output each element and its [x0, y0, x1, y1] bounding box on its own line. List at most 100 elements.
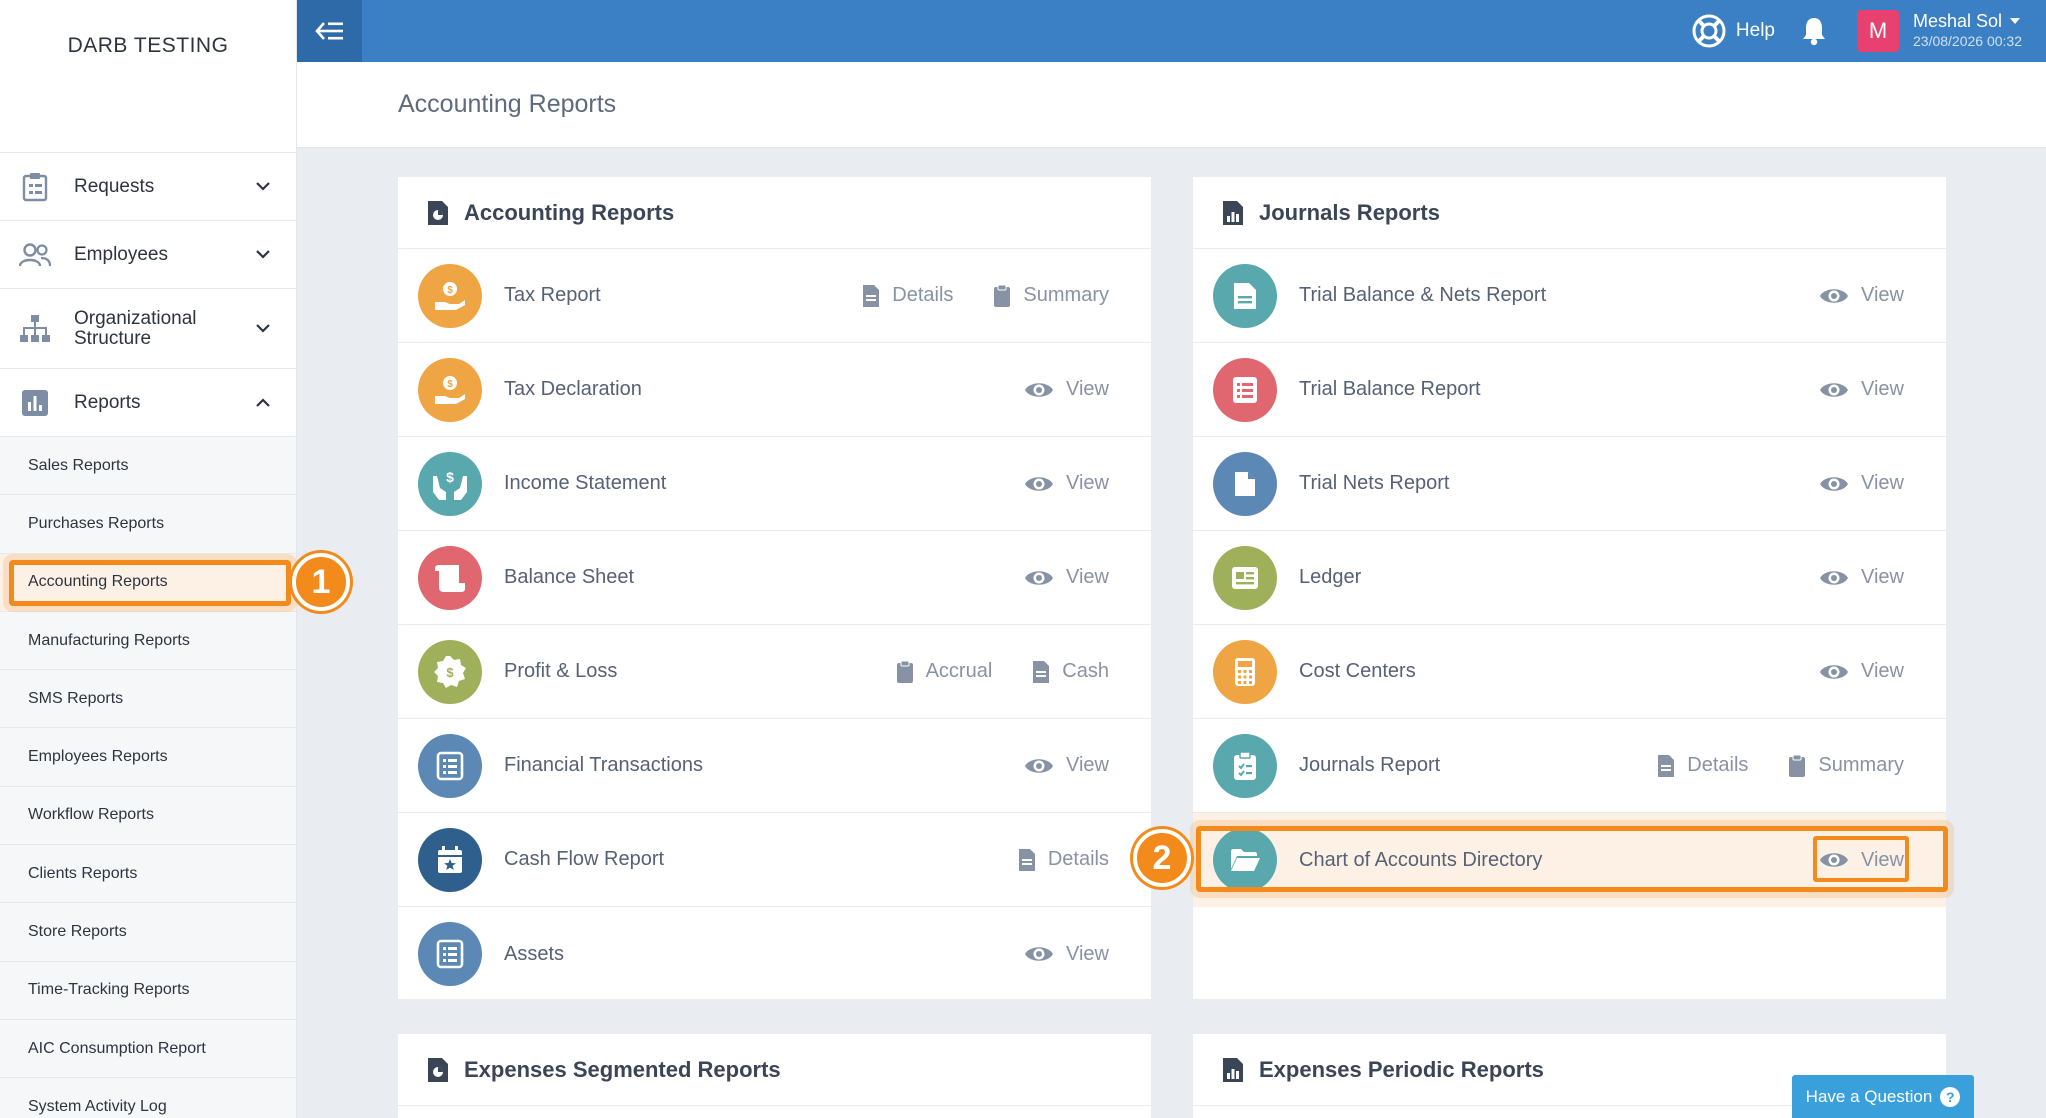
journals-reports-card: Journals Reports Trial Balance & Nets Re… — [1193, 177, 1946, 999]
have-a-question-button[interactable]: Have a Question ? — [1792, 1075, 1974, 1118]
report-row-financial-transactions: Financial Transactions View — [398, 719, 1151, 813]
sidebar-item-employees[interactable]: Employees — [0, 221, 296, 289]
card-title: Expenses Periodic Reports — [1259, 1056, 1544, 1082]
sidebar-toggle-button[interactable] — [297, 0, 362, 62]
sidebar-subitem-purchases-reports[interactable]: Purchases Reports — [0, 495, 296, 554]
report-label: Trial Nets Report — [1299, 472, 1450, 494]
sidebar-subitem-manufacturing-reports[interactable]: Manufacturing Reports — [0, 612, 296, 671]
action-label: View — [1861, 660, 1904, 682]
report-row-journals-report: Journals Report Details Summary — [1193, 719, 1946, 813]
view-button[interactable]: View — [1819, 660, 1904, 683]
eye-icon — [1025, 570, 1053, 585]
arrow-left-menu-icon — [314, 21, 345, 41]
clipboard-check-icon — [1213, 733, 1277, 798]
sidebar-item-label: Reports — [74, 391, 141, 413]
notifications-button[interactable] — [1801, 16, 1827, 46]
sidebar-subitem-time-tracking-reports[interactable]: Time-Tracking Reports — [0, 962, 296, 1020]
report-row-income-statement: $ Income Statement View — [398, 437, 1151, 531]
help-link[interactable]: Help — [1692, 14, 1775, 48]
brand-logo[interactable]: DARB TESTING — [0, 0, 296, 153]
report-row-chart-of-accounts-directory: Chart of Accounts Directory View — [1193, 813, 1946, 907]
action-label: View — [1066, 566, 1109, 588]
report-row-tax-report: $ Tax Report Details Summary — [398, 249, 1151, 343]
report-row-trial-nets: Trial Nets Report View — [1193, 437, 1946, 531]
view-button[interactable]: View — [1819, 378, 1904, 401]
sidebar-subitem-accounting-reports[interactable]: Accounting Reports — [0, 553, 296, 612]
question-mark-icon: ? — [1940, 1086, 1961, 1107]
page-title: Accounting Reports — [398, 90, 617, 118]
clipboard-icon — [994, 284, 1011, 307]
action-label: Summary — [1818, 754, 1904, 776]
eye-icon — [1025, 382, 1053, 397]
action-label: View — [1066, 754, 1109, 776]
report-label: Balance Sheet — [504, 566, 635, 588]
card-title: Expenses Segmented Reports — [464, 1056, 781, 1082]
user-menu[interactable]: Meshal Sol 23/08/2026 00:32 — [1913, 11, 2022, 51]
sidebar-subitem-store-reports[interactable]: Store Reports — [0, 903, 296, 962]
eye-icon — [1820, 853, 1848, 867]
sidebar-subitem-system-activity-log[interactable]: System Activity Log — [0, 1078, 296, 1118]
sidebar-item-reports[interactable]: Reports — [0, 369, 296, 437]
sidebar-subitem-sms-reports[interactable]: SMS Reports — [0, 670, 296, 729]
accrual-button[interactable]: Accrual — [896, 660, 993, 684]
card-title: Accounting Reports — [464, 199, 675, 225]
view-button[interactable]: View — [1024, 566, 1109, 589]
action-label: View — [1066, 378, 1109, 400]
list-icon — [418, 733, 482, 798]
users-icon — [18, 238, 52, 272]
action-label: View — [1861, 566, 1904, 588]
calendar-star-icon — [418, 827, 482, 892]
bar-chart-icon — [18, 386, 52, 420]
list-icon — [418, 922, 482, 986]
summary-button[interactable]: Summary — [993, 284, 1109, 308]
sidebar-subitem-aic-consumption-report[interactable]: AIC Consumption Report — [0, 1020, 296, 1079]
view-button[interactable]: View — [1819, 566, 1904, 589]
eye-icon — [1820, 570, 1848, 585]
topbar: Help M Meshal Sol 23/08/2026 00:32 — [297, 0, 2046, 62]
action-label: Accrual — [925, 660, 993, 682]
view-button[interactable]: View — [1024, 378, 1109, 401]
svg-text:$: $ — [447, 379, 453, 390]
file-text-icon — [1213, 263, 1277, 328]
sidebar-item-requests[interactable]: Requests — [0, 153, 296, 221]
expenses-segmented-reports-card: Expenses Segmented Reports — [398, 1034, 1151, 1118]
card-header: Journals Reports — [1193, 177, 1946, 249]
sidebar-subitem-sales-reports[interactable]: Sales Reports — [0, 437, 296, 496]
ledger-icon — [1213, 545, 1277, 610]
action-label: Details — [1047, 848, 1109, 870]
details-button[interactable]: Details — [1018, 848, 1109, 872]
action-label: Summary — [1023, 284, 1109, 306]
step-badge-2: 2 — [1133, 829, 1191, 887]
calculator-icon — [1213, 639, 1277, 704]
file-icon — [1213, 451, 1277, 516]
avatar[interactable]: M — [1857, 10, 1899, 52]
action-label: View — [1066, 942, 1109, 965]
report-row-balance-sheet: Balance Sheet View — [398, 531, 1151, 625]
sidebar-item-organizational-structure[interactable]: Organizational Structure — [0, 289, 296, 369]
clipboard-icon — [896, 660, 913, 683]
chevron-down-icon — [254, 246, 272, 264]
view-button[interactable]: View — [1819, 284, 1904, 307]
clipboard-icon — [18, 170, 52, 204]
details-button[interactable]: Details — [1657, 754, 1748, 778]
report-label: Cash Flow Report — [504, 848, 665, 870]
report-row-trial-balance: Trial Balance Report View — [1193, 343, 1946, 437]
summary-button[interactable]: Summary — [1788, 754, 1904, 778]
eye-icon — [1025, 476, 1053, 491]
sidebar-subitem-employees-reports[interactable]: Employees Reports — [0, 728, 296, 787]
action-label: Details — [892, 284, 954, 306]
view-button[interactable]: View — [1024, 472, 1109, 495]
sidebar-subitem-workflow-reports[interactable]: Workflow Reports — [0, 787, 296, 846]
cash-button[interactable]: Cash — [1032, 660, 1109, 684]
view-button[interactable]: View — [1024, 943, 1109, 966]
report-row-assets: Assets View — [398, 907, 1151, 1001]
view-button[interactable]: View — [1819, 849, 1904, 872]
action-label: View — [1066, 472, 1109, 494]
report-row-cash-flow-report: Cash Flow Report Details — [398, 813, 1151, 907]
view-button[interactable]: View — [1819, 472, 1904, 495]
sidebar-subitem-clients-reports[interactable]: Clients Reports — [0, 845, 296, 904]
card-header: Expenses Segmented Reports — [398, 1034, 1151, 1106]
report-label: Profit & Loss — [504, 660, 618, 682]
details-button[interactable]: Details — [862, 284, 953, 308]
view-button[interactable]: View — [1024, 754, 1109, 777]
